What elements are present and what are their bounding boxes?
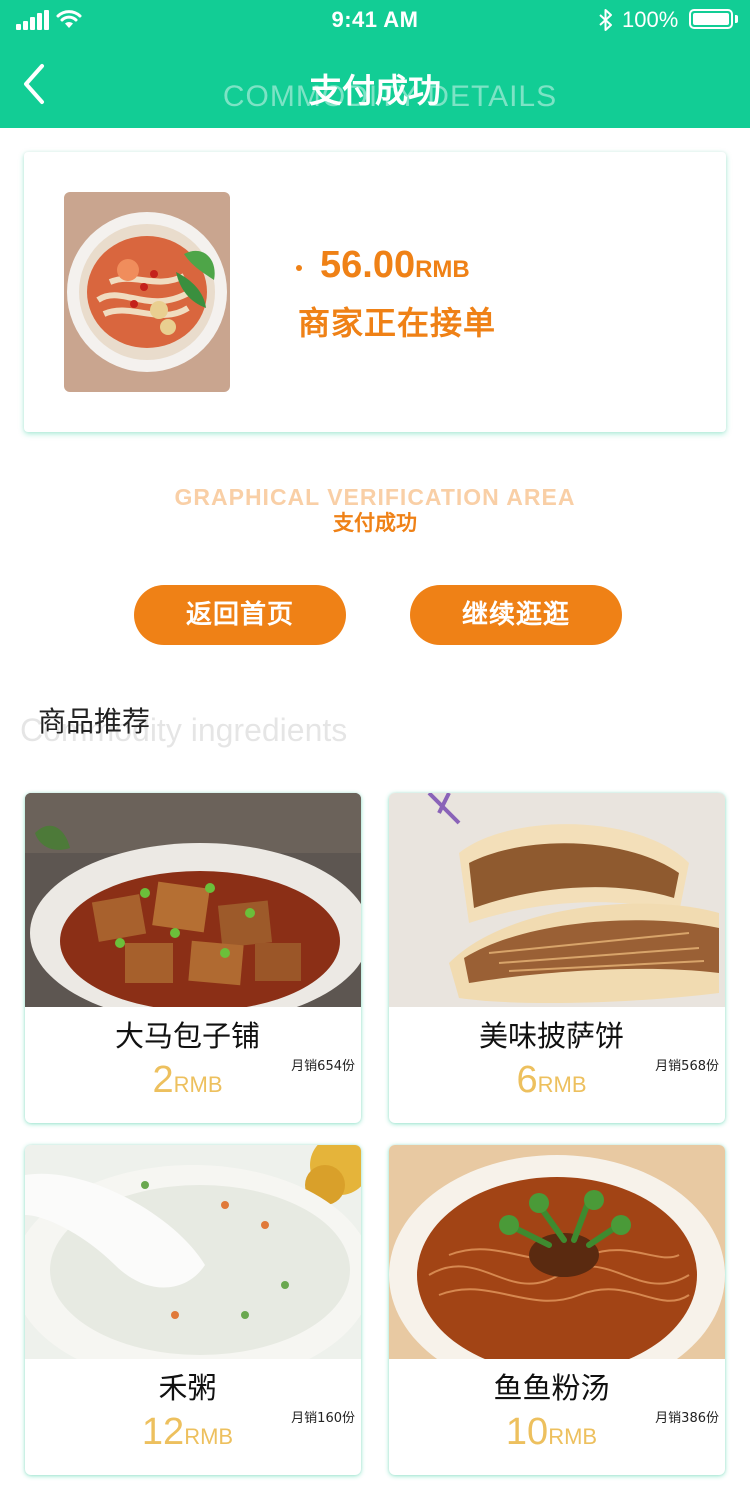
product-name: 大马包子铺 [114, 1019, 260, 1053]
product-price-unit: RMB [537, 1072, 587, 1097]
order-food-image [64, 192, 230, 392]
order-amount-unit: RMB [415, 256, 470, 283]
order-summary-card: 56.00RMB 商家正在接单 [24, 152, 726, 432]
product-price-value: 10 [505, 1411, 549, 1453]
product-price-unit: RMB [184, 1424, 234, 1449]
order-status: 商家正在接单 [298, 304, 497, 342]
back-home-button[interactable]: 返回首页 [134, 585, 346, 645]
battery-percent: 100% [622, 7, 679, 32]
status-bar: 9:41 AM 100% [0, 0, 750, 40]
product-card[interactable]: 禾粥 月销160份 12RMB [25, 1145, 361, 1475]
product-image-pastry [389, 793, 725, 1007]
order-amount: 56.00RMB [320, 244, 470, 287]
product-price-value: 6 [516, 1059, 538, 1101]
product-card[interactable]: 鱼鱼粉汤 月销386份 10RMB [389, 1145, 725, 1475]
product-name: 鱼鱼粉汤 [493, 1371, 610, 1405]
verification-text: 支付成功 [333, 511, 417, 535]
product-price-unit: RMB [548, 1424, 598, 1449]
product-price-unit: RMB [173, 1072, 223, 1097]
top-header: 9:41 AM 100% COMMODITY DETAILS 支付成功 [0, 0, 750, 128]
page-title: 支付成功 [309, 71, 441, 110]
product-image-braised-tofu [25, 793, 361, 1007]
product-image-noodle-soup [389, 1145, 725, 1359]
recommend-title: 商品推荐 [38, 705, 151, 738]
bluetooth-icon [599, 9, 612, 31]
order-amount-value: 56.00 [320, 244, 416, 286]
product-price: 2RMB [25, 1059, 350, 1102]
product-price: 12RMB [25, 1411, 350, 1454]
bullet-dot [296, 265, 302, 271]
battery-icon [689, 9, 733, 29]
continue-shopping-button[interactable]: 继续逛逛 [410, 585, 622, 645]
product-card[interactable]: 美味披萨饼 月销568份 6RMB [389, 793, 725, 1123]
product-price-value: 2 [152, 1059, 174, 1101]
product-price: 10RMB [389, 1411, 714, 1454]
product-image-congee [25, 1145, 361, 1359]
product-name: 禾粥 [158, 1371, 217, 1405]
product-price: 6RMB [389, 1059, 714, 1102]
product-card[interactable]: 大马包子铺 月销654份 2RMB [25, 793, 361, 1123]
product-price-value: 12 [141, 1411, 185, 1453]
product-name: 美味披萨饼 [478, 1019, 624, 1053]
